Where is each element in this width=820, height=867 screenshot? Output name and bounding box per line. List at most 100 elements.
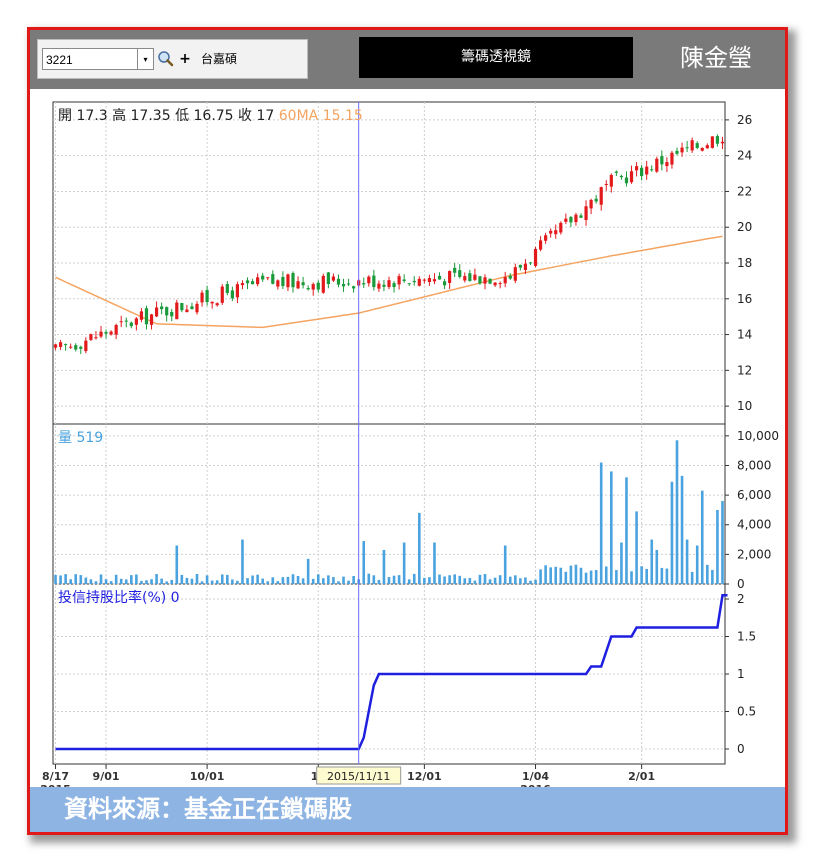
candle-body xyxy=(250,281,255,285)
candle-body xyxy=(715,136,720,144)
volume-bar xyxy=(695,545,699,584)
candle-body xyxy=(99,331,103,337)
candle-body xyxy=(276,280,280,287)
volume-bar xyxy=(99,574,103,584)
magnifier-icon[interactable] xyxy=(156,48,176,70)
volume-bar xyxy=(210,580,214,584)
y-tick-label: 8,000 xyxy=(737,458,771,472)
volume-bar xyxy=(519,578,522,584)
volume-bar xyxy=(316,574,320,584)
volume-bar xyxy=(640,566,643,584)
y-tick-label: 14 xyxy=(737,328,752,342)
candle-body xyxy=(79,346,83,349)
y-tick-label: 2,000 xyxy=(737,547,771,561)
candle-body xyxy=(720,141,725,144)
candle-body xyxy=(680,147,684,153)
y-tick-label: 10 xyxy=(737,399,752,413)
volume-bar xyxy=(488,579,492,584)
volume-bar xyxy=(620,542,623,584)
candle-body xyxy=(331,276,336,281)
candle-body xyxy=(453,267,457,273)
volume-bar xyxy=(498,575,502,584)
y-tick-label: 1.5 xyxy=(737,630,756,644)
candle-body xyxy=(281,276,285,287)
candle-body xyxy=(306,288,310,290)
candle-body xyxy=(240,283,245,286)
candle-body xyxy=(220,286,224,303)
add-stock-button[interactable]: + xyxy=(178,48,192,70)
volume-bar xyxy=(160,578,163,584)
volume-bar xyxy=(428,577,431,584)
volume-bar xyxy=(367,573,371,584)
candle-body xyxy=(690,140,694,151)
volume-bar xyxy=(372,575,376,584)
candle-body xyxy=(84,340,88,352)
volume-bar xyxy=(306,558,310,584)
volume-bar xyxy=(69,579,72,584)
ma-label: 60MA 15.15 xyxy=(279,108,363,124)
volume-bar xyxy=(534,579,537,584)
x-tick-label: 8/17 xyxy=(42,770,69,783)
volume-bar xyxy=(407,579,411,584)
candle-body xyxy=(316,282,320,290)
volume-bar xyxy=(231,579,234,584)
volume-bar xyxy=(655,549,659,584)
candle-body xyxy=(200,292,204,303)
volume-bar xyxy=(630,571,633,584)
volume-bar xyxy=(418,512,421,584)
candle-body xyxy=(64,344,68,346)
volume-bar xyxy=(412,573,416,584)
candle-body xyxy=(503,277,507,284)
candle-body xyxy=(589,199,593,209)
candle-body xyxy=(392,283,396,288)
candle-body xyxy=(336,278,341,285)
volume-bar xyxy=(74,574,78,584)
volume-bar xyxy=(150,579,153,584)
candle-body xyxy=(437,275,442,280)
volume-bar xyxy=(539,569,542,584)
candle-body xyxy=(195,303,199,313)
candle-body xyxy=(604,183,608,185)
low-label: 低 16.75 xyxy=(175,108,238,124)
volume-bar xyxy=(675,440,679,584)
candle-body xyxy=(478,276,482,284)
volume-bar xyxy=(706,564,709,584)
open-label: 開 17.3 xyxy=(58,108,112,124)
volume-bar xyxy=(650,539,654,584)
volume-bar xyxy=(301,578,305,584)
candle-body xyxy=(205,289,209,303)
volume-bar xyxy=(493,577,497,584)
volume-bar xyxy=(721,501,724,584)
candle-body xyxy=(640,167,644,177)
author-name: 陳金瑩 xyxy=(680,44,752,72)
candle-body xyxy=(448,271,452,283)
candle-body xyxy=(175,302,179,320)
candle-body xyxy=(665,162,669,167)
x-tick-label: 12/01 xyxy=(407,770,442,783)
volume-bar xyxy=(220,574,224,584)
candle-body xyxy=(579,215,583,218)
volume-bar xyxy=(660,567,664,584)
candle-body xyxy=(705,145,709,149)
candle-body xyxy=(291,273,295,288)
volume-bar xyxy=(215,580,219,584)
candle-body xyxy=(488,278,492,284)
candle-body xyxy=(508,275,512,279)
candle-body xyxy=(301,282,305,286)
volume-bar xyxy=(190,578,194,584)
volume-bar xyxy=(165,581,168,584)
x-tick-label: 9/01 xyxy=(93,770,120,783)
volume-bar xyxy=(114,574,118,584)
volume-bar xyxy=(79,575,83,584)
x-tick-label: 10/01 xyxy=(190,770,225,783)
volume-bar xyxy=(524,577,527,584)
y-tick-label: 12 xyxy=(737,363,752,377)
symbol-input[interactable]: 3221 xyxy=(42,48,138,70)
candle-body xyxy=(256,277,260,285)
candle-body xyxy=(417,278,421,286)
candle-body xyxy=(271,274,275,284)
candle-body xyxy=(427,278,432,283)
volume-bar xyxy=(276,581,280,584)
candle-body xyxy=(165,307,169,316)
symbol-dropdown-button[interactable]: ▾ xyxy=(138,48,154,70)
